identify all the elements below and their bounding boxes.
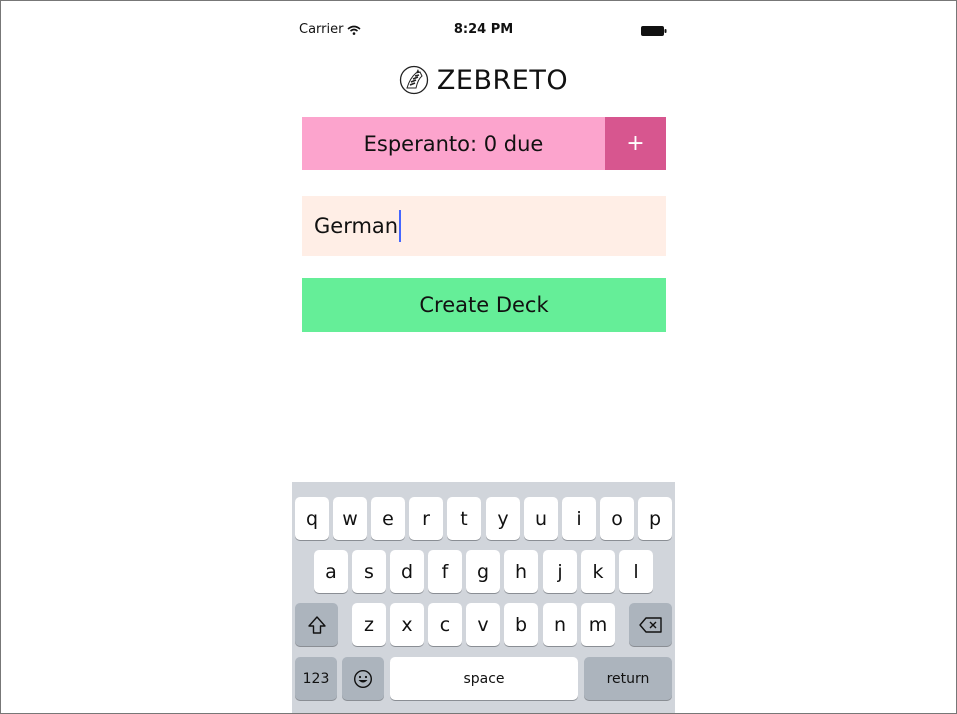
deck-name-value: German <box>314 214 399 238</box>
key-f[interactable]: f <box>428 550 462 593</box>
status-bar: Carrier 8:24 PM <box>292 15 675 41</box>
backspace-icon <box>638 616 662 633</box>
key-v[interactable]: v <box>466 603 500 646</box>
key-r[interactable]: r <box>409 497 443 540</box>
phone-screen: Carrier 8:24 PM ZEBRETO Esperanto: 0 due… <box>292 15 675 713</box>
key-d[interactable]: d <box>390 550 424 593</box>
return-key[interactable]: return <box>584 657 672 700</box>
key-p[interactable]: p <box>638 497 672 540</box>
app-title: ZEBRETO <box>436 64 569 96</box>
text-cursor <box>399 210 402 242</box>
emoji-key[interactable] <box>342 657 384 700</box>
delete-key[interactable] <box>629 603 672 646</box>
key-g[interactable]: g <box>466 550 500 593</box>
shift-key[interactable] <box>295 603 338 646</box>
battery-icon <box>641 26 667 36</box>
deck-button-esperanto[interactable]: Esperanto: 0 due <box>302 117 605 170</box>
key-k[interactable]: k <box>581 550 615 593</box>
key-m[interactable]: m <box>581 603 615 646</box>
zebra-logo-icon <box>399 65 429 95</box>
key-n[interactable]: n <box>543 603 577 646</box>
key-l[interactable]: l <box>619 550 653 593</box>
deck-name-input[interactable]: German <box>302 196 666 256</box>
key-e[interactable]: e <box>371 497 405 540</box>
key-h[interactable]: h <box>504 550 538 593</box>
key-s[interactable]: s <box>352 550 386 593</box>
onscreen-keyboard: q w e r t y u i o p a s d f g h j k l z … <box>292 482 675 713</box>
key-b[interactable]: b <box>504 603 538 646</box>
emoji-icon <box>353 669 373 688</box>
key-a[interactable]: a <box>314 550 348 593</box>
clock: 8:24 PM <box>453 22 514 37</box>
space-key[interactable]: space <box>390 657 578 700</box>
key-x[interactable]: x <box>390 603 424 646</box>
key-y[interactable]: y <box>486 497 520 540</box>
key-u[interactable]: u <box>524 497 558 540</box>
deck-row: Esperanto: 0 due + <box>302 117 666 170</box>
app-header: ZEBRETO <box>292 62 675 98</box>
key-w[interactable]: w <box>333 497 367 540</box>
key-t[interactable]: t <box>447 497 481 540</box>
key-j[interactable]: j <box>543 550 577 593</box>
add-card-button[interactable]: + <box>605 117 666 170</box>
key-o[interactable]: o <box>600 497 634 540</box>
shift-arrow-icon <box>307 615 326 634</box>
key-q[interactable]: q <box>295 497 329 540</box>
key-z[interactable]: z <box>352 603 386 646</box>
key-i[interactable]: i <box>562 497 596 540</box>
create-deck-button[interactable]: Create Deck <box>302 278 666 332</box>
key-c[interactable]: c <box>428 603 462 646</box>
numbers-key[interactable]: 123 <box>295 657 337 700</box>
